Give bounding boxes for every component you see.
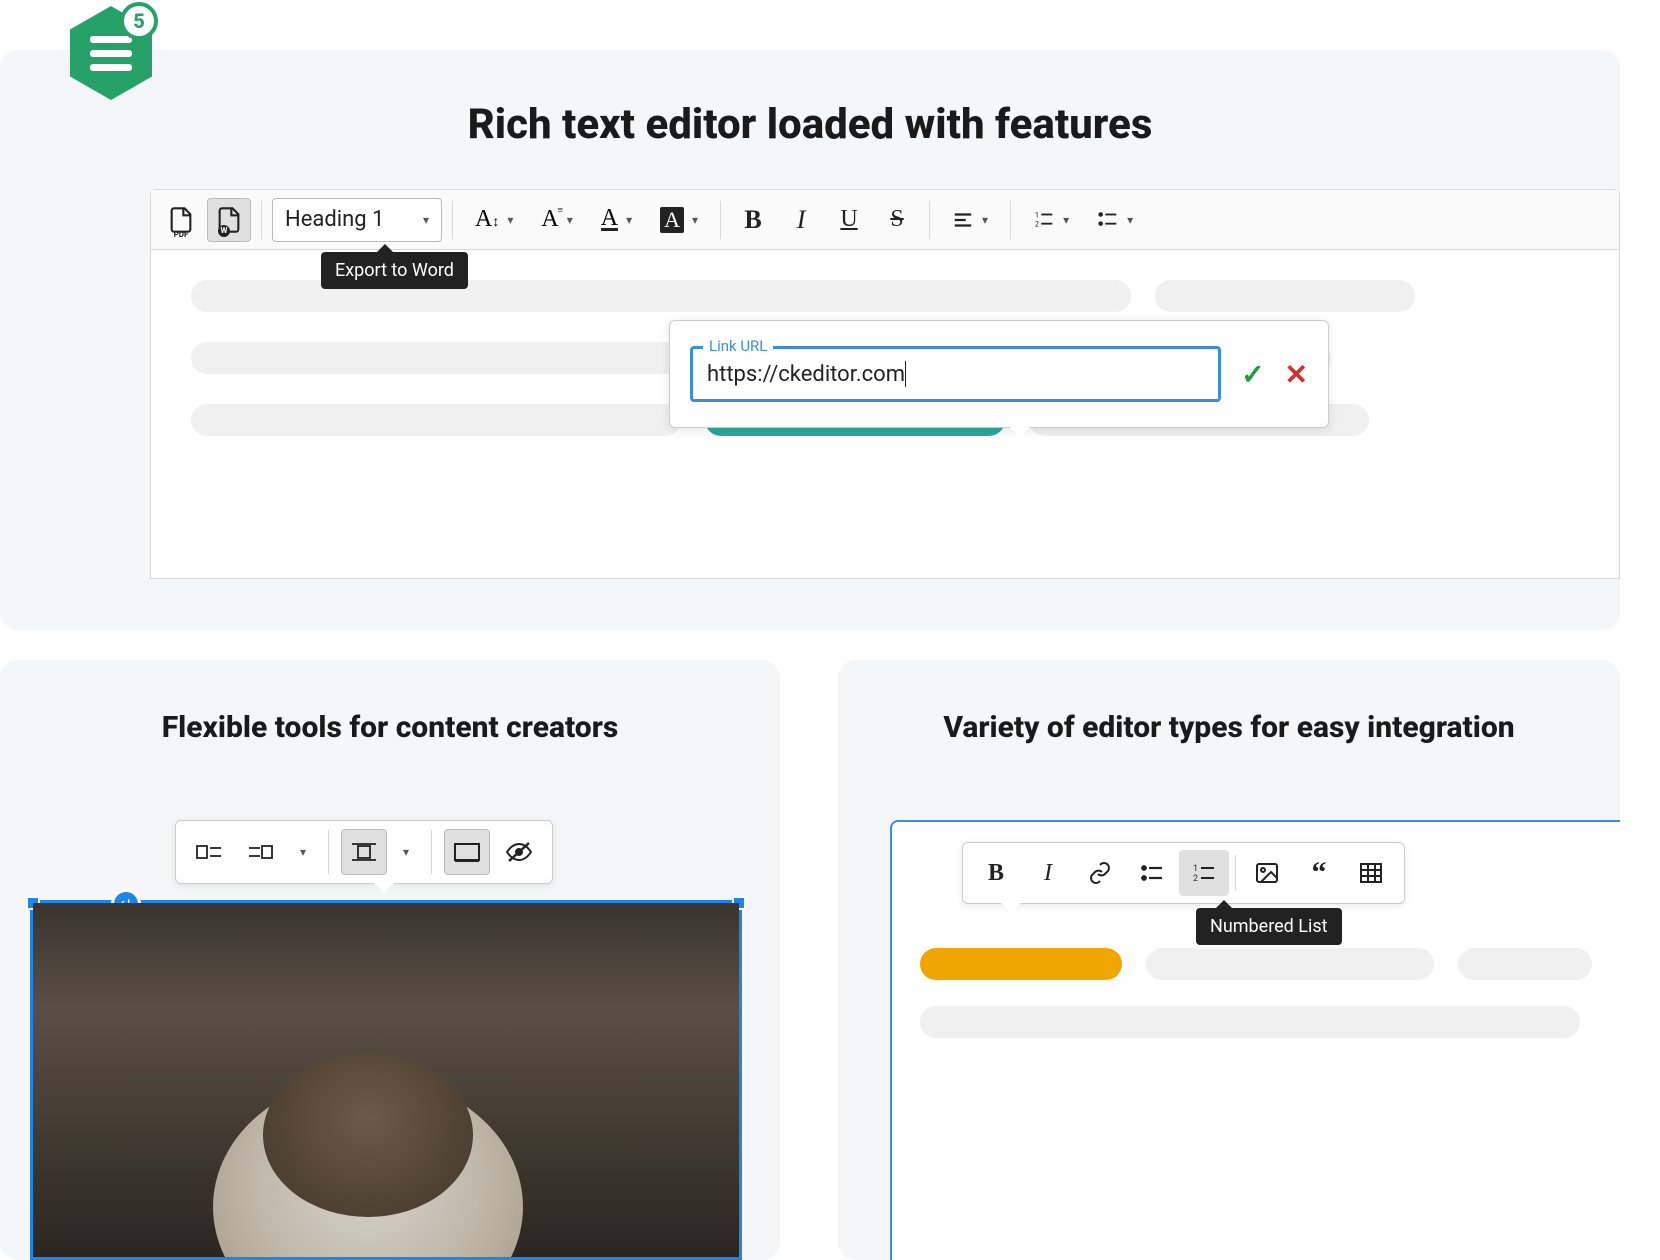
editor-toolbar: PDF W Heading 1 ▾ A↕ ▾ A≡ ▾ A ▾ — [151, 190, 1619, 250]
align-dropdown[interactable]: ▾ — [940, 198, 1000, 242]
panel-title: Variety of editor types for easy integra… — [838, 660, 1620, 775]
full-width-button[interactable] — [444, 829, 490, 875]
font-size-dropdown[interactable]: A↕ ▾ — [463, 198, 525, 242]
confirm-link-button[interactable]: ✓ — [1241, 358, 1264, 391]
inline-editor-frame: B I 12 “ Numbered List — [890, 820, 1620, 1260]
panel-title: Flexible tools for content creators — [0, 660, 780, 775]
export-word-button[interactable]: W — [207, 198, 251, 242]
rich-text-panel: Rich text editor loaded with features PD… — [0, 50, 1620, 630]
underline-button[interactable]: U — [827, 198, 871, 242]
link-button[interactable] — [1075, 850, 1125, 896]
export-pdf-button[interactable]: PDF — [159, 198, 203, 242]
chevron-down-icon: ▾ — [982, 213, 988, 227]
export-word-tooltip: Export to Word — [321, 252, 468, 289]
image-toolbar: ▾ ▾ — [175, 820, 553, 884]
panel-title: Rich text editor loaded with features — [0, 50, 1620, 189]
inline-toolbar: B I 12 “ — [962, 842, 1405, 904]
align-right-more-button[interactable]: ▾ — [290, 829, 316, 875]
svg-text:1: 1 — [1193, 864, 1198, 874]
brand-logo: 5 — [70, 6, 152, 100]
line-height-dropdown[interactable]: A≡ ▾ — [529, 198, 584, 242]
toggle-caption-button[interactable] — [496, 829, 542, 875]
coffee-image — [33, 903, 739, 1257]
selected-text-placeholder — [920, 948, 1122, 980]
blockquote-button[interactable]: “ — [1294, 850, 1344, 896]
version-badge: 5 — [120, 2, 158, 40]
chevron-down-icon: ▾ — [1127, 213, 1133, 227]
numbered-list-dropdown[interactable]: 12 ▾ — [1021, 198, 1081, 242]
bold-button[interactable]: B — [731, 198, 775, 242]
italic-button[interactable]: I — [779, 198, 823, 242]
editor-types-panel: Variety of editor types for easy integra… — [838, 660, 1620, 1260]
chevron-down-icon: ▾ — [626, 213, 632, 227]
placeholder-line — [1155, 280, 1415, 312]
svg-text:1: 1 — [1035, 210, 1039, 219]
placeholder-line — [920, 1006, 1580, 1038]
heading-dropdown[interactable]: Heading 1 ▾ — [272, 198, 442, 242]
font-color-dropdown[interactable]: A ▾ — [589, 198, 644, 242]
editor-frame: PDF W Heading 1 ▾ A↕ ▾ A≡ ▾ A ▾ — [150, 189, 1620, 579]
table-button[interactable] — [1346, 850, 1396, 896]
placeholder-line — [191, 404, 681, 436]
link-url-input[interactable]: Link URL https://ckeditor.com — [690, 346, 1221, 402]
chevron-down-icon: ▾ — [423, 213, 429, 227]
bold-button[interactable]: B — [971, 850, 1021, 896]
align-right-button[interactable] — [238, 829, 284, 875]
selected-image[interactable]: ↵ — [30, 900, 742, 1260]
numbered-list-tooltip: Numbered List — [1196, 908, 1342, 945]
svg-text:2: 2 — [1035, 219, 1039, 228]
placeholder-line — [1146, 948, 1434, 980]
align-center-button[interactable] — [341, 829, 387, 875]
chevron-down-icon: ▾ — [1063, 213, 1069, 227]
chevron-down-icon: ▾ — [567, 213, 573, 227]
flexible-tools-panel: Flexible tools for content creators ▾ ▾ … — [0, 660, 780, 1260]
bullet-list-button[interactable] — [1127, 850, 1177, 896]
svg-text:2: 2 — [1193, 874, 1198, 884]
placeholder-line — [1458, 948, 1592, 980]
numbered-list-button[interactable]: 12 — [1179, 850, 1229, 896]
align-center-more-button[interactable]: ▾ — [393, 829, 419, 875]
image-button[interactable] — [1242, 850, 1292, 896]
italic-button[interactable]: I — [1023, 850, 1073, 896]
link-url-label: Link URL — [703, 337, 773, 355]
cancel-link-button[interactable]: ✕ — [1285, 358, 1308, 391]
link-popup: Link URL https://ckeditor.com ✓ ✕ — [669, 320, 1329, 428]
chevron-down-icon: ▾ — [507, 213, 513, 227]
align-left-button[interactable] — [186, 829, 232, 875]
strike-button[interactable]: S — [875, 198, 919, 242]
bg-color-dropdown[interactable]: A ▾ — [648, 198, 710, 242]
chevron-down-icon: ▾ — [692, 213, 698, 227]
bullet-list-dropdown[interactable]: ▾ — [1085, 198, 1145, 242]
